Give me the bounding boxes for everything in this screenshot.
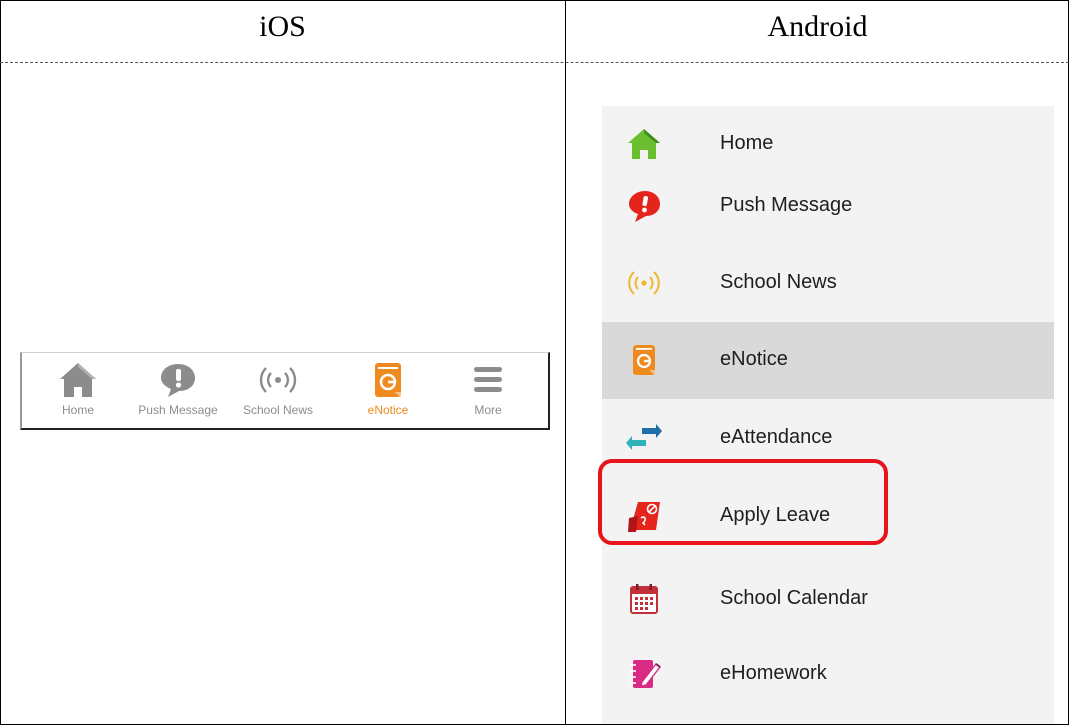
ios-tab-label: Push Message — [138, 403, 218, 417]
push-message-icon — [629, 191, 660, 222]
drawer-item-label: Push Message — [720, 194, 853, 216]
drawer-item-label: eAttendance — [720, 426, 833, 448]
ios-tab-label: eNotice — [367, 403, 409, 417]
ios-tab-label: Home — [61, 403, 94, 417]
drawer-item-ehomework[interactable]: eHomework — [602, 636, 1054, 713]
push-message-icon — [161, 364, 195, 397]
ios-tab-more[interactable]: More — [436, 359, 540, 425]
ios-tab-enotice[interactable]: eNotice — [336, 359, 440, 425]
school-news-icon — [628, 271, 660, 295]
drawer-item-label: eHomework — [720, 662, 827, 684]
drawer-item-label: eNotice — [720, 348, 788, 370]
drawer-item-enotice[interactable]: eNotice — [602, 322, 1054, 399]
header-divider — [0, 62, 1069, 63]
home-icon — [628, 129, 660, 159]
ios-tab-label: More — [474, 403, 502, 417]
android-nav-drawer: Home Push Message School News eNotice eA… — [602, 106, 1054, 724]
ios-tab-school-news[interactable]: School News — [226, 359, 330, 425]
android-column-header: Android — [767, 10, 868, 43]
school-calendar-icon — [630, 584, 658, 614]
more-icon — [474, 367, 502, 392]
ios-tab-home[interactable]: Home — [26, 359, 130, 425]
drawer-item-label: School Calendar — [720, 587, 868, 609]
drawer-item-school-news[interactable]: School News — [602, 245, 1054, 322]
ehomework-icon — [630, 660, 661, 688]
ios-tab-bar: Home Push Message School News eNotice Mo… — [20, 352, 550, 430]
drawer-item-label: School News — [720, 271, 837, 293]
ios-column-header: iOS — [259, 10, 306, 43]
home-icon — [60, 363, 96, 397]
drawer-item-push-message[interactable]: Push Message — [602, 168, 1054, 245]
ios-tab-label: School News — [242, 403, 314, 417]
ios-tab-push-message[interactable]: Push Message — [126, 359, 230, 425]
enotice-icon — [633, 345, 655, 375]
drawer-item-school-calendar[interactable]: School Calendar — [602, 561, 1054, 638]
drawer-item-label: Home — [720, 132, 774, 154]
apply-leave-highlight-box — [598, 459, 888, 545]
eattendance-icon — [626, 424, 662, 450]
school-news-icon — [259, 367, 297, 393]
enotice-icon — [375, 363, 401, 397]
column-divider — [565, 0, 566, 725]
